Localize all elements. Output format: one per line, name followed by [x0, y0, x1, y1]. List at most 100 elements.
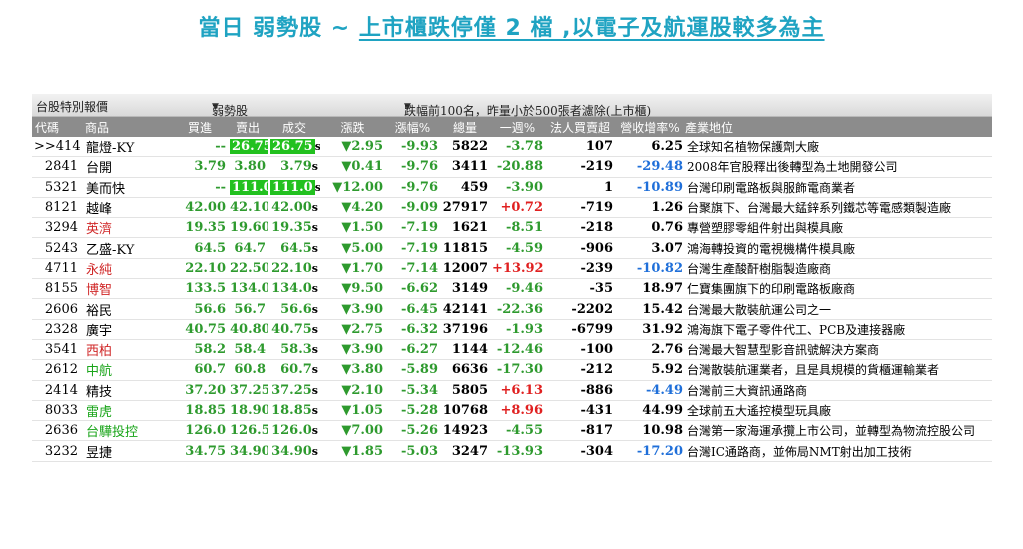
cell-institutional: -886 — [580, 382, 613, 398]
cell-institutional: -219 — [580, 159, 613, 175]
cell-code: 8121 — [44, 200, 78, 216]
col-institutional[interactable]: 法人買賣超 — [545, 119, 615, 136]
cell-institutional: -6799 — [571, 321, 613, 337]
cell-change: ▼7.00 — [341, 423, 383, 439]
col-week[interactable]: 一週% — [490, 119, 545, 136]
col-industry[interactable]: 產業地位 — [685, 119, 992, 136]
cell-industry: 鴻海旗下電子零件代工、PCB及連接器廠 — [687, 322, 906, 337]
cell-last: 56.6s — [268, 302, 320, 317]
cell-week: -4.55 — [505, 423, 543, 439]
cell-last-suffix: s — [311, 363, 318, 377]
table-row[interactable]: 4711 永純 22.10 22.50 22.10s ▼1.70 -7.14 12007 +13… — [32, 259, 992, 280]
cell-ask: 126.5 — [228, 423, 268, 438]
cell-pct: -9.09 — [400, 200, 438, 216]
table-row[interactable]: 2414 精技 37.20 37.25 37.25s ▼2.10 -5.34 5805 +6.1… — [32, 381, 992, 401]
cell-name: 裕民 — [86, 303, 113, 319]
cell-week: +6.13 — [500, 382, 543, 398]
table-row[interactable]: 8033 雷虎 18.85 18.90 18.85s ▼1.05 -5.28 10768 +8.… — [32, 401, 992, 422]
table-row[interactable]: 8121 越峰 42.00 42.10 42.00s ▼4.20 -9.09 27917 +0.… — [32, 198, 992, 219]
cell-pct: -6.32 — [400, 321, 438, 337]
table-row[interactable]: 3294 英濟 19.35 19.60 19.35s ▼1.50 -7.19 1621 -8.5… — [32, 218, 992, 239]
table-row[interactable]: 2841 台開 3.79 3.80 3.79s ▼0.41 -9.76 3411 -20.88-… — [32, 157, 992, 178]
cell-last-value: 64.5 — [280, 240, 312, 256]
table-row[interactable]: >>4141龍燈-KY--26.7526.75s▼2.95-9.935822-3… — [32, 137, 992, 158]
table-row[interactable]: 5243 乙盛-KY 64.5 64.7 64.5s ▼5.00 -7.19 11815 -4.… — [32, 238, 992, 259]
cell-ask-value: 64.7 — [234, 240, 266, 256]
cell-volume: 5822 — [451, 139, 488, 155]
cell-code: 5321 — [44, 179, 78, 195]
cell-ask-value: 19.60 — [230, 220, 268, 236]
cell-volume: 1621 — [451, 220, 488, 236]
cell-institutional: -817 — [580, 423, 613, 439]
cell-week: -17.30 — [496, 362, 543, 378]
cell-industry: 台灣最大智慧型影音訊號解決方案商 — [687, 343, 880, 358]
cell-volume: 10768 — [442, 403, 488, 418]
cell-volume: 14923 — [442, 423, 488, 439]
cell-revenue: 44.99 — [642, 403, 683, 418]
cell-volume: 12007 — [442, 260, 488, 276]
cell-volume: 5805 — [451, 382, 488, 398]
cell-week: -8.51 — [505, 220, 543, 236]
table-row[interactable]: 5321美而快--111.0111.0s▼12.00-9.76459-3.901… — [32, 178, 992, 198]
cell-bid: 34.75 — [185, 443, 226, 459]
table-row[interactable]: 8155 博智 133.5 134.0 134.0s ▼9.50 -6.62 3149 -9.4… — [32, 279, 992, 300]
cell-change: ▼2.75 — [341, 321, 383, 337]
cell-last-suffix: s — [311, 444, 318, 458]
cell-last-value: 3.79 — [280, 159, 312, 175]
table-row[interactable]: 2612 中航 60.7 60.8 60.7s ▼3.80 -5.89 6636 -17.30-… — [32, 360, 992, 381]
cell-name: 永純 — [86, 262, 113, 278]
cell-revenue: 10.98 — [642, 423, 683, 439]
cell-pct: -5.89 — [400, 362, 438, 378]
col-last[interactable]: 成交 — [268, 119, 320, 136]
cell-last-value: 18.85 — [271, 403, 312, 418]
table-row[interactable]: 3541 西柏 58.2 58.4 58.3s ▼3.90 -6.27 1144 -12.46-… — [32, 340, 992, 361]
col-code[interactable]: 代碼 — [32, 119, 82, 136]
cell-last-value: 58.3 — [280, 342, 312, 358]
cell-code: 4711 — [44, 260, 78, 276]
cell-code: 8155 — [44, 281, 78, 297]
table-row[interactable]: 2606 裕民 56.6 56.7 56.6s ▼3.90 -6.45 42141 -22.36… — [32, 299, 992, 320]
cell-volume: 37196 — [442, 321, 488, 337]
col-bid[interactable]: 買進 — [172, 119, 228, 136]
cell-last: 3.79s — [268, 159, 320, 174]
cell-industry: 全球前五大遙控模型玩具廠 — [687, 404, 832, 418]
col-volume[interactable]: 總量 — [440, 119, 490, 136]
cell-name: 中航 — [86, 364, 113, 380]
cell-last-suffix: s — [311, 221, 318, 235]
cell-bid: 37.20 — [185, 382, 226, 398]
cell-industry: 台灣印刷電路板與服飾電商業者 — [687, 180, 856, 195]
table-row[interactable]: 2636 台驊投控 126.0 126.5 126.0s ▼7.00 -5.26 14923-… — [32, 421, 992, 442]
quote-panel: 台股特別報價 ▼ 弱勢股 ▼ 跌幅前100名，昨量小於500張者濾除(上市櫃) 代碼… — [32, 94, 992, 462]
col-ask[interactable]: 賣出 — [228, 119, 268, 136]
cell-change: ▼1.05 — [341, 403, 383, 418]
cell-revenue: -17.20 — [636, 443, 683, 459]
table-row[interactable]: 2328 廣宇 40.75 40.80 40.75s ▼2.75 -6.32 37196 -1.… — [32, 320, 992, 340]
cell-last-value: 22.10 — [271, 260, 312, 276]
cell-last-value: 40.75 — [271, 321, 312, 337]
cell-volume: 459 — [460, 179, 488, 195]
cell-ask-value: 42.10 — [230, 200, 268, 216]
cell-ask-value: 56.7 — [234, 301, 266, 317]
cell-bid: 22.10 — [185, 260, 226, 276]
cell-volume: 3411 — [451, 159, 488, 175]
cell-pct: -7.14 — [400, 260, 438, 276]
cell-change: ▼0.41 — [341, 159, 383, 175]
cell-name: 精技 — [86, 384, 113, 400]
cell-last-suffix: s — [311, 160, 318, 174]
cell-bid: -- — [215, 139, 226, 155]
cell-last: 26.75 s — [268, 139, 320, 155]
col-pct[interactable]: 漲幅% — [385, 119, 440, 136]
cell-revenue: 0.76 — [651, 220, 683, 236]
cell-last: 19.35s — [268, 220, 320, 235]
col-revenue[interactable]: 營收增率% — [615, 119, 685, 136]
cell-volume: 1144 — [451, 342, 488, 358]
cell-week: +0.72 — [500, 200, 543, 216]
col-name[interactable]: 商品 — [82, 119, 172, 136]
cell-week: -13.93 — [496, 443, 543, 459]
cell-revenue: 1.26 — [651, 200, 683, 216]
col-change[interactable]: 漲跌 — [320, 119, 385, 136]
cell-volume: 42141 — [442, 301, 488, 317]
table-row[interactable]: 3232 昱捷 34.75 34.90 34.90s ▼1.85 -5.03 3247 -13.… — [32, 441, 992, 462]
cell-last: 18.85s — [268, 403, 320, 418]
cell-week: -3.78 — [505, 139, 543, 155]
